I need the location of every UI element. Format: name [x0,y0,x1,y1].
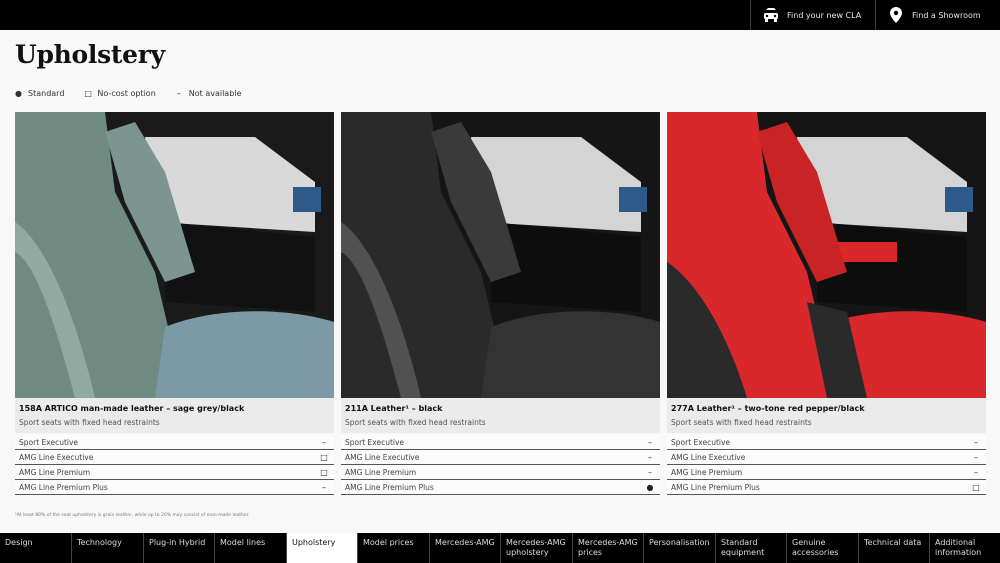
find-cla-label: Find your new CLA [787,10,862,20]
availability-table: Sport Executive – AMG Line Executive □ AMG… [15,435,334,495]
legend-not-available: – Not available [176,89,242,98]
availability-table: Sport Executive – AMG Line Executive – AMG… [667,435,986,495]
nav-tab-mercedes-amg[interactable]: Mercedes-AMG [429,533,500,563]
nav-tab-technology[interactable]: Technology [71,533,143,563]
model-line-label: AMG Line Executive [19,452,94,462]
nav-tab-genuine-accessories[interactable]: Genuine accessories [786,533,858,563]
availability-value: – [648,452,652,462]
legend-label: Not available [188,89,242,98]
model-line-label: AMG Line Premium Plus [671,482,760,492]
page-title: Upholstery [15,40,165,69]
filled-dot-icon: ● [15,89,22,98]
nav-tab-technical-data[interactable]: Technical data [858,533,929,563]
upholstery-code-title: 158A ARTICO man-made leather – sage grey… [19,404,245,413]
dash-icon: – [176,89,181,98]
nav-tab-model-prices[interactable]: Model prices [357,533,429,563]
availability-value: – [974,467,978,477]
find-showroom-label: Find a Showroom [912,10,981,20]
availability-value: □ [320,467,328,477]
model-line-label: Sport Executive [19,437,79,447]
upholstery-card: 158A ARTICO man-made leather – sage grey… [15,112,334,495]
empty-square-icon: □ [84,89,92,98]
availability-value: – [322,437,326,447]
upholstery-card: 277A Leather¹ – two-tone red pepper/blac… [667,112,986,495]
upholstery-code-title: 211A Leather¹ – black [345,404,443,413]
table-row: AMG Line Premium Plus ● [341,480,660,495]
model-line-label: Sport Executive [345,437,405,447]
legend-label: Standard [28,89,65,98]
nav-tab-standard-equipment[interactable]: Standard equipment [715,533,786,563]
model-line-label: AMG Line Premium [19,467,91,477]
table-row: AMG Line Premium – [341,465,660,480]
model-line-label: AMG Line Executive [345,452,420,462]
interior-image [15,112,334,398]
nav-tab-personalisation[interactable]: Personalisation [643,533,715,563]
model-line-label: AMG Line Premium [345,467,417,477]
table-row: AMG Line Premium – [667,465,986,480]
table-row: AMG Line Premium Plus □ [667,480,986,495]
table-row: AMG Line Executive □ [15,450,334,465]
availability-value: – [974,452,978,462]
upholstery-code-title: 277A Leather¹ – two-tone red pepper/blac… [671,404,865,413]
top-bar: Find your new CLA Find a Showroom [0,0,1000,30]
legend: ● Standard □ No-cost option – Not availa… [15,89,261,98]
nav-tab-upholstery[interactable]: Upholstery [286,533,357,563]
interior-image [667,112,986,398]
legend-standard: ● Standard [15,89,64,98]
availability-value: – [648,437,652,447]
upholstery-subtitle: Sport seats with fixed head restraints [345,418,486,427]
availability-table: Sport Executive – AMG Line Executive – AMG… [341,435,660,495]
availability-value: – [322,482,326,492]
model-line-label: AMG Line Premium [671,467,743,477]
find-showroom-button[interactable]: Find a Showroom [875,0,1000,30]
model-line-label: Sport Executive [671,437,731,447]
table-row: Sport Executive – [15,435,334,450]
model-line-label: AMG Line Premium Plus [345,482,434,492]
nav-tab-design[interactable]: Design [0,533,71,563]
legend-label: No-cost option [97,89,156,98]
nav-tab-plug-in-hybrid[interactable]: Plug-in Hybrid [143,533,214,563]
legend-no-cost-option: □ No-cost option [84,89,155,98]
upholstery-subtitle: Sport seats with fixed head restraints [671,418,812,427]
model-line-label: AMG Line Executive [671,452,746,462]
availability-value: □ [320,452,328,462]
interior-image [341,112,660,398]
availability-value: □ [972,482,980,492]
table-row: Sport Executive – [341,435,660,450]
table-row: AMG Line Executive – [667,450,986,465]
table-row: AMG Line Premium □ [15,465,334,480]
table-row: AMG Line Premium Plus – [15,480,334,495]
footnote: ¹At least 80% of the seat upholstery is … [15,513,250,518]
location-pin-icon [888,7,904,23]
nav-tab-amg-prices[interactable]: Mercedes-AMG prices [572,533,643,563]
table-row: Sport Executive – [667,435,986,450]
find-cla-button[interactable]: Find your new CLA [750,0,875,30]
nav-tab-model-lines[interactable]: Model lines [214,533,286,563]
availability-value: – [974,437,978,447]
availability-value: ● [646,482,654,492]
nav-tab-amg-upholstery[interactable]: Mercedes-AMG upholstery [500,533,572,563]
model-line-label: AMG Line Premium Plus [19,482,108,492]
availability-value: – [648,467,652,477]
upholstery-card: 211A Leather¹ – black Sport seats with f… [341,112,660,495]
upholstery-subtitle: Sport seats with fixed head restraints [19,418,160,427]
table-row: AMG Line Executive – [341,450,660,465]
bottom-nav: Design Technology Plug-in Hybrid Model l… [0,533,1000,563]
car-icon [763,7,779,23]
nav-tab-additional-information[interactable]: Additional information [929,533,1000,563]
